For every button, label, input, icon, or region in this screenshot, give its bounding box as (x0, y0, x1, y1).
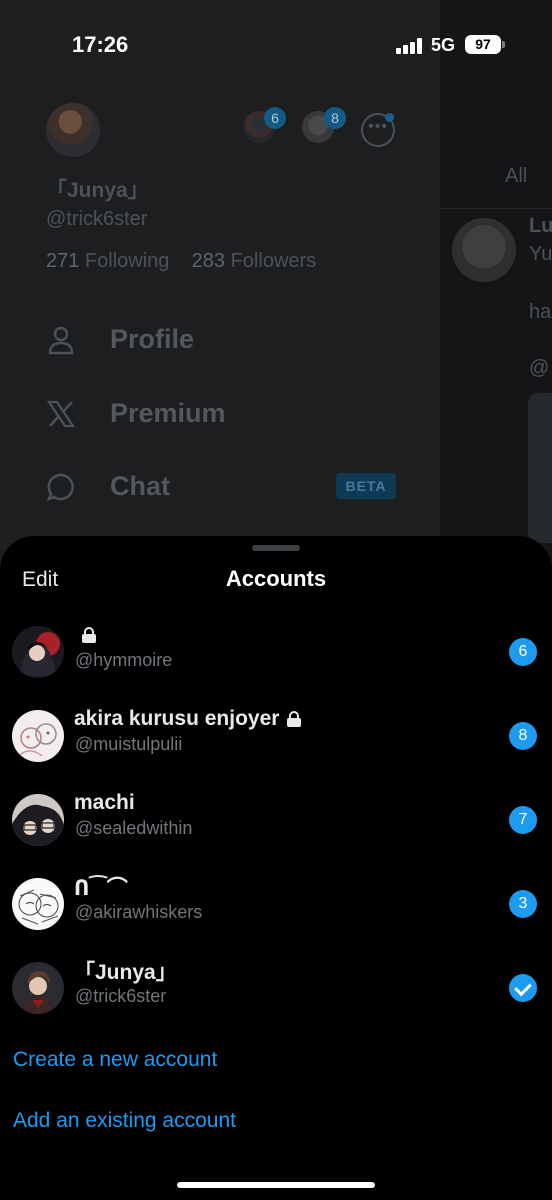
account-name: Ո⁀⌒ (74, 877, 128, 900)
menu-item-premium[interactable]: Premium (46, 398, 226, 429)
account-name: machi (74, 791, 135, 814)
menu-item-profile[interactable]: Profile (46, 324, 194, 355)
switch-account-badge-1: 6 (264, 107, 286, 129)
account-avatar (12, 710, 64, 762)
account-name: 「Junya」 (74, 961, 177, 984)
status-time: 17:26 (72, 32, 129, 57)
lock-icon (287, 711, 302, 727)
sheet-grabber[interactable] (252, 545, 300, 551)
x-logo-icon (46, 399, 76, 429)
notification-count-badge: 6 (509, 638, 537, 666)
menu-label-chat: Chat (110, 471, 170, 501)
notification-dot (385, 113, 394, 122)
account-row[interactable]: machi @sealedwithin 7 (0, 778, 552, 862)
person-icon (46, 325, 76, 355)
menu-label-profile: Profile (110, 324, 195, 354)
status-bar: 17:26 5G 97 (0, 0, 552, 90)
account-row[interactable]: @hymmoire 6 (0, 610, 552, 694)
account-handle: @hymmoire (75, 650, 173, 670)
drawer-stats: 271 Following 283 Followers (46, 250, 316, 273)
timeline-post-mention: @ (529, 357, 550, 379)
chat-bubble-icon (46, 472, 76, 502)
beta-badge: BETA (336, 473, 396, 499)
account-avatar (12, 962, 64, 1014)
notification-count-badge: 3 (509, 890, 537, 918)
menu-item-chat[interactable]: Chat (46, 471, 170, 502)
timeline-post-author: Lu (529, 215, 552, 237)
signal-icon (396, 38, 424, 54)
lock-icon (82, 627, 96, 643)
notification-count-badge: 8 (509, 722, 537, 750)
account-handle: @trick6ster (75, 986, 167, 1006)
account-handle: @akirawhiskers (75, 902, 203, 922)
followers-count[interactable]: 283 (192, 250, 225, 272)
account-avatar (12, 626, 64, 678)
home-indicator[interactable] (177, 1182, 375, 1188)
timeline-post-card[interactable] (528, 393, 552, 543)
account-row[interactable]: Ո⁀⌒ @akirawhiskers 3 (0, 862, 552, 946)
account-name (74, 622, 96, 648)
account-handle: @muistulpulii (75, 734, 183, 754)
account-avatar (12, 878, 64, 930)
screen: 17:26 5G 97 6 8 ••• 「Junya」 @trick6ster … (0, 0, 552, 1200)
drawer-handle: @trick6ster (46, 208, 148, 230)
account-handle: @sealedwithin (75, 818, 193, 838)
battery-icon: 97 (465, 35, 501, 54)
account-row-current[interactable]: 「Junya」 @trick6ster (0, 946, 552, 1030)
checkmark-icon (509, 974, 537, 1002)
timeline-tab-all[interactable]: All (505, 165, 527, 188)
drawer-avatar[interactable] (46, 103, 100, 157)
network-type: 5G (431, 35, 456, 55)
timeline-post-text: Yu (529, 243, 552, 265)
sheet-title: Accounts (225, 566, 327, 591)
timeline-divider (440, 208, 552, 209)
account-avatar (12, 794, 64, 846)
drawer-display-name: 「Junya」 (46, 179, 149, 202)
menu-label-premium: Premium (110, 398, 226, 428)
create-account-link[interactable]: Create a new account (13, 1048, 217, 1072)
battery-tip (502, 41, 505, 48)
timeline-post-text-2: ha (529, 301, 552, 323)
account-row[interactable]: akira kurusu enjoyer @muistulpulii 8 (0, 694, 552, 778)
following-label[interactable]: Following (85, 250, 169, 272)
account-name: akira kurusu enjoyer (74, 706, 302, 732)
notification-count-badge: 7 (509, 806, 537, 834)
add-existing-account-link[interactable]: Add an existing account (13, 1109, 236, 1133)
switch-account-badge-2: 8 (324, 107, 346, 129)
following-count[interactable]: 271 (46, 250, 79, 272)
timeline-post-avatar[interactable] (452, 218, 516, 282)
followers-label[interactable]: Followers (231, 250, 317, 272)
